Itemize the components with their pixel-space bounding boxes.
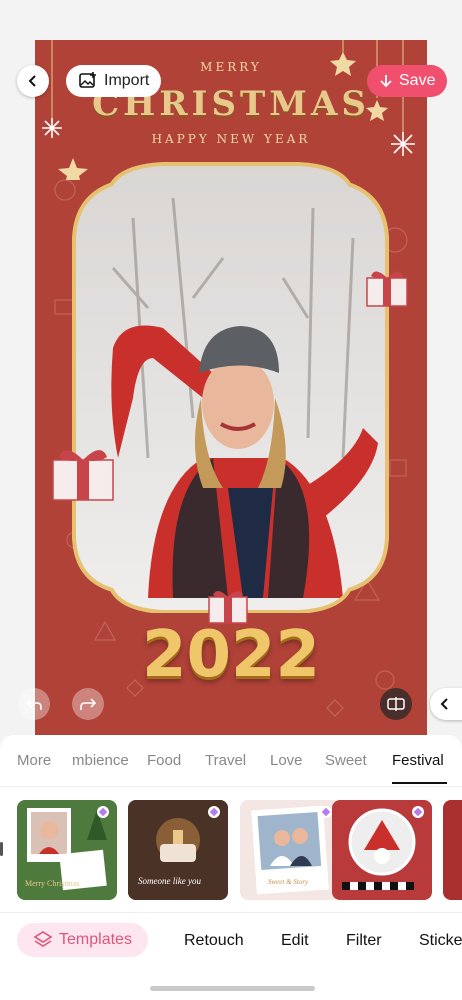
premium-icon [320, 806, 332, 818]
collapse-panel-button[interactable] [430, 688, 462, 720]
tab-more[interactable]: More [17, 752, 51, 769]
template-caption: Merry Christmas [25, 879, 79, 888]
home-indicator [150, 986, 315, 991]
template-thumbnail[interactable] [332, 800, 432, 900]
photo-frame[interactable] [53, 158, 408, 613]
save-label: Save [399, 72, 436, 89]
premium-icon [97, 806, 109, 818]
divider [0, 786, 462, 787]
template-caption: Sweet & Story [268, 878, 309, 886]
import-label: Import [104, 72, 150, 89]
tab-sweet[interactable]: Sweet [325, 752, 367, 769]
template-thumbnail[interactable]: Merry Christmas [17, 800, 117, 900]
premium-icon [412, 806, 424, 818]
import-button[interactable]: Import [66, 65, 162, 97]
template-caption: Someone like you [138, 876, 201, 886]
compare-icon [387, 697, 405, 711]
nav-stickers[interactable]: Sticke [419, 932, 462, 950]
tab-food[interactable]: Food [147, 752, 181, 769]
photo-canvas[interactable]: MERRY CHRISTMAS HAPPY NEW YEAR 2022 [35, 40, 427, 735]
template-thumbnail[interactable]: Someone like you [128, 800, 228, 900]
redo-icon [80, 698, 96, 710]
image-add-icon [79, 72, 96, 88]
undo-icon [26, 698, 42, 710]
happy-new-year-text: HAPPY NEW YEAR [151, 132, 311, 146]
year-title: 2022 [141, 618, 321, 692]
nav-templates-label: Templates [59, 931, 132, 948]
chevron-left-icon [28, 75, 36, 87]
chevron-left-icon [440, 698, 448, 710]
gift-box-decoration [366, 271, 408, 307]
save-button[interactable]: Save [367, 65, 448, 97]
nav-retouch[interactable]: Retouch [184, 932, 244, 950]
download-arrow-icon [380, 75, 392, 88]
active-tab-indicator [392, 782, 447, 784]
premium-icon [208, 806, 220, 818]
back-button[interactable] [17, 65, 49, 97]
nav-edit[interactable]: Edit [281, 932, 309, 950]
redo-button[interactable] [72, 688, 104, 720]
undo-button[interactable] [18, 688, 50, 720]
tab-travel[interactable]: Travel [205, 752, 246, 769]
scroll-indicator [0, 842, 3, 856]
template-thumbnail[interactable] [443, 800, 462, 900]
category-tabs: More mbience Food Travel Love Sweet Fest… [0, 752, 462, 772]
nav-templates[interactable]: Templates [17, 923, 148, 957]
template-thumbnail[interactable]: Sweet & Story [240, 800, 340, 900]
gift-box-decoration [52, 450, 114, 501]
layers-icon [33, 931, 53, 947]
tab-festival[interactable]: Festival [392, 752, 444, 769]
compare-button[interactable] [380, 688, 412, 720]
divider [0, 912, 462, 913]
nav-filter[interactable]: Filter [346, 932, 382, 950]
tab-love[interactable]: Love [270, 752, 303, 769]
tab-ambience[interactable]: mbience [72, 752, 129, 769]
